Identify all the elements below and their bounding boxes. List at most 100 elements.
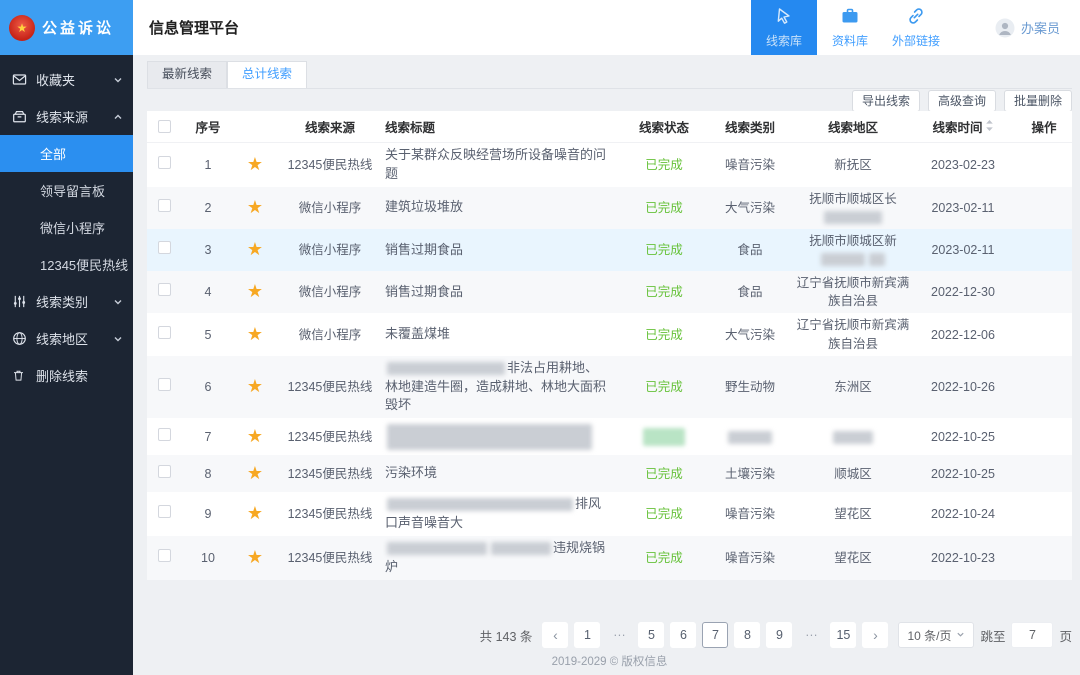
redacted-text-block bbox=[387, 424, 592, 450]
star-icon[interactable]: ★ bbox=[247, 376, 263, 396]
main-area: 信息管理平台 线索库资料库外部链接 办案员 最新线索总计线索 导出线索高级查询批… bbox=[133, 0, 1080, 675]
sidebar-subitem-label: 全部 bbox=[40, 144, 66, 163]
toolbar-button-批量删除[interactable]: 批量删除 bbox=[1004, 90, 1072, 112]
nav-item-外部链接[interactable]: 外部链接 bbox=[883, 0, 949, 55]
row-select-cell bbox=[147, 156, 181, 174]
toolbar-button-高级查询[interactable]: 高级查询 bbox=[928, 90, 996, 112]
row-checkbox[interactable] bbox=[158, 156, 171, 169]
star-icon[interactable]: ★ bbox=[247, 426, 263, 446]
user-menu[interactable]: 办案员 bbox=[949, 0, 1080, 55]
page-size-select[interactable]: 10 条/页 bbox=[898, 622, 974, 648]
row-checkbox[interactable] bbox=[158, 505, 171, 518]
cell-text: 食品 bbox=[737, 243, 762, 257]
sidebar-item-收藏夹[interactable]: 收藏夹 bbox=[0, 61, 133, 98]
clue-time-cell: 2023-02-11 bbox=[910, 199, 1016, 217]
star-icon[interactable]: ★ bbox=[247, 239, 263, 259]
select-all-checkbox[interactable] bbox=[158, 120, 171, 133]
sidebar-item-线索地区[interactable]: 线索地区 bbox=[0, 320, 133, 357]
table-header-row: 序号线索来源线索标题线索状态线索类别线索地区线索时间操作 bbox=[147, 111, 1072, 143]
row-checkbox[interactable] bbox=[158, 241, 171, 254]
row-star-cell: ★ bbox=[235, 427, 275, 447]
row-checkbox[interactable] bbox=[158, 199, 171, 212]
star-icon[interactable]: ★ bbox=[247, 463, 263, 483]
cell-text: 大气污染 bbox=[725, 328, 775, 342]
star-icon[interactable]: ★ bbox=[247, 197, 263, 217]
tab-最新线索[interactable]: 最新线索 bbox=[147, 61, 227, 88]
avatar-icon bbox=[995, 18, 1015, 38]
clue-time-cell: 2022-10-23 bbox=[910, 549, 1016, 567]
row-checkbox[interactable] bbox=[158, 378, 171, 391]
nav-item-线索库[interactable]: 线索库 bbox=[751, 0, 817, 55]
sidebar-subitem-12345便民热线[interactable]: 12345便民热线 bbox=[0, 246, 133, 283]
table-row: 3★微信小程序销售过期食品已完成食品抚顺市顺城区新2023-02-11 bbox=[147, 229, 1072, 271]
table-row: 4★微信小程序销售过期食品已完成食品辽宁省抚顺市新宾满族自治县2022-12-3… bbox=[147, 271, 1072, 313]
star-icon[interactable]: ★ bbox=[247, 324, 263, 344]
row-checkbox[interactable] bbox=[158, 283, 171, 296]
page-button-8[interactable]: 8 bbox=[734, 622, 760, 648]
clue-time-cell: 2022-10-25 bbox=[910, 465, 1016, 483]
sidebar-item-label: 线索地区 bbox=[36, 329, 88, 348]
page-button-9[interactable]: 9 bbox=[766, 622, 792, 648]
redacted-text-block bbox=[491, 542, 551, 555]
cell-text: 建筑垃圾堆放 bbox=[385, 199, 463, 214]
clue-status-cell: 已完成 bbox=[624, 326, 704, 344]
page-button-1[interactable]: 1 bbox=[574, 622, 600, 648]
row-checkbox[interactable] bbox=[158, 428, 171, 441]
row-star-cell: ★ bbox=[235, 548, 275, 568]
row-checkbox[interactable] bbox=[158, 549, 171, 562]
cell-text: 大气污染 bbox=[725, 201, 775, 215]
column-header-label: 线索时间 bbox=[932, 117, 982, 136]
row-star-cell: ★ bbox=[235, 282, 275, 302]
pagination: 共 143 条 ‹ 1···56789···15 › 10 条/页 跳至 页 bbox=[147, 622, 1072, 650]
row-index-cell: 5 bbox=[181, 326, 235, 344]
clue-source-cell: 12345便民热线 bbox=[275, 378, 385, 396]
clue-time-cell: 2022-10-26 bbox=[910, 378, 1016, 396]
page-button-5[interactable]: 5 bbox=[638, 622, 664, 648]
next-page-button[interactable]: › bbox=[862, 622, 888, 648]
clue-region-cell: 望花区 bbox=[796, 505, 910, 523]
cell-text: 望花区 bbox=[834, 551, 872, 565]
row-select-cell bbox=[147, 549, 181, 567]
status-badge: 已完成 bbox=[645, 467, 683, 481]
sidebar-subitem-全部[interactable]: 全部 bbox=[0, 135, 133, 172]
cell-text: 土壤污染 bbox=[725, 467, 775, 481]
page-button-7[interactable]: 7 bbox=[702, 622, 728, 648]
content-spacer bbox=[147, 580, 1072, 622]
sidebar-subitem-领导留言板[interactable]: 领导留言板 bbox=[0, 172, 133, 209]
row-star-cell: ★ bbox=[235, 464, 275, 484]
sidebar-subitem-微信小程序[interactable]: 微信小程序 bbox=[0, 209, 133, 246]
star-icon[interactable]: ★ bbox=[247, 281, 263, 301]
sidebar-item-线索类别[interactable]: 线索类别 bbox=[0, 283, 133, 320]
chevron-down-icon bbox=[113, 334, 123, 344]
clue-table: 序号线索来源线索标题线索状态线索类别线索地区线索时间操作 1 ★ 12345便民热线… bbox=[147, 111, 1072, 580]
prev-page-button[interactable]: ‹ bbox=[542, 622, 568, 648]
column-header-label: 线索状态 bbox=[639, 117, 689, 136]
row-select-cell bbox=[147, 378, 181, 396]
nav-item-label: 线索库 bbox=[766, 32, 802, 49]
table-row: 9★12345便民热线排风口声音噪音大已完成噪音污染望花区2022-10-24 bbox=[147, 492, 1072, 536]
clue-status-cell: 已完成 bbox=[624, 505, 704, 523]
clue-title-cell: 关于某群众反映经营场所设备噪音的问题 bbox=[385, 146, 624, 184]
redacted-text-block bbox=[728, 431, 772, 444]
row-star-cell: ★ bbox=[235, 325, 275, 345]
nav-item-资料库[interactable]: 资料库 bbox=[817, 0, 883, 55]
row-index-cell: 1 bbox=[181, 156, 235, 174]
redacted-text-block bbox=[821, 253, 865, 266]
sidebar-item-删除线索[interactable]: 删除线索 bbox=[0, 357, 133, 394]
row-checkbox[interactable] bbox=[158, 465, 171, 478]
star-icon[interactable]: ★ bbox=[247, 154, 263, 174]
page-button-15[interactable]: 15 bbox=[830, 622, 856, 648]
clue-status-cell: 已完成 bbox=[624, 283, 704, 301]
row-checkbox[interactable] bbox=[158, 326, 171, 339]
toolbar-button-导出线索[interactable]: 导出线索 bbox=[852, 90, 920, 112]
cell-text: 抚顺市顺城区新 bbox=[809, 234, 897, 248]
jump-page-input[interactable] bbox=[1011, 622, 1053, 648]
star-icon[interactable]: ★ bbox=[247, 547, 263, 567]
tab-总计线索[interactable]: 总计线索 bbox=[227, 61, 307, 88]
cell-text: 销售过期食品 bbox=[385, 242, 463, 257]
sort-caret-icon[interactable] bbox=[985, 119, 994, 135]
star-icon[interactable]: ★ bbox=[247, 503, 263, 523]
page-button-6[interactable]: 6 bbox=[670, 622, 696, 648]
sidebar-item-线索来源[interactable]: 线索来源 bbox=[0, 98, 133, 135]
top-navigation: 线索库资料库外部链接 bbox=[751, 0, 949, 55]
